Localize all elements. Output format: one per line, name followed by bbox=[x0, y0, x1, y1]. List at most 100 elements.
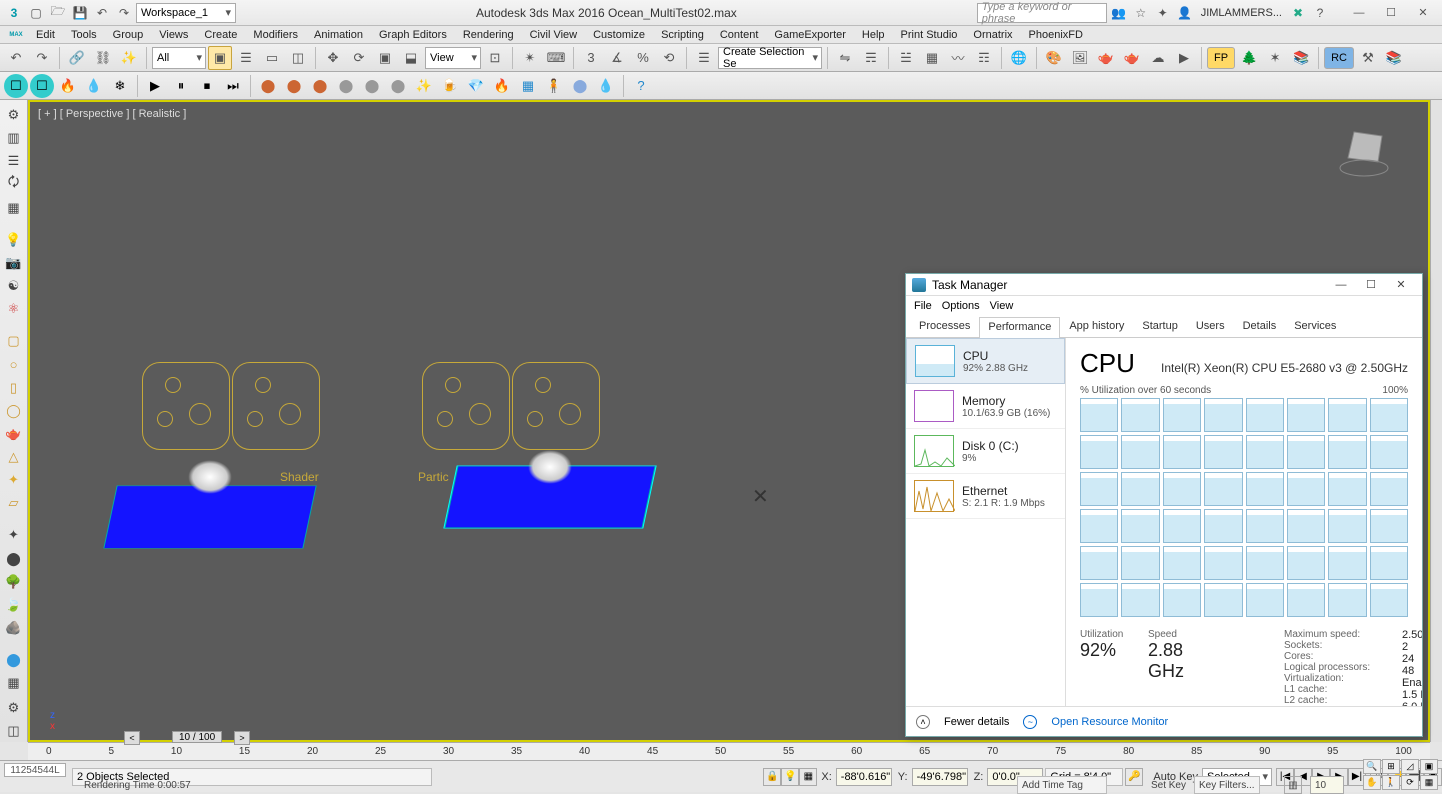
tree-icon[interactable]: 🌲 bbox=[1237, 46, 1261, 70]
viewcube-icon[interactable] bbox=[1334, 122, 1394, 182]
phx-a-icon[interactable]: ⬤ bbox=[256, 74, 280, 98]
zoom-extents-all-button[interactable]: ▣ bbox=[1420, 759, 1438, 774]
undo-icon[interactable]: ↶ bbox=[92, 3, 112, 23]
select-place-button[interactable]: ⬓ bbox=[399, 46, 423, 70]
light-icon[interactable]: 💡 bbox=[2, 229, 26, 250]
menu-group[interactable]: Group bbox=[109, 29, 148, 41]
tm-fewer-details-link[interactable]: Fewer details bbox=[944, 716, 1009, 728]
tab-display-icon[interactable]: ▦ bbox=[2, 197, 26, 218]
vray-icon[interactable]: ✦ bbox=[2, 525, 26, 546]
select-object-button[interactable]: ▣ bbox=[208, 46, 232, 70]
library-icon[interactable]: 📚 bbox=[1289, 46, 1313, 70]
phx-liquid-icon[interactable]: 💧 bbox=[82, 74, 106, 98]
phx-fire-icon[interactable]: 🔥 bbox=[56, 74, 80, 98]
tm-tab-processes[interactable]: Processes bbox=[910, 316, 979, 337]
phx-sim2-icon[interactable]: ☐ bbox=[30, 74, 54, 98]
tm-side-memory[interactable]: Memory10.1/63.9 GB (16%) bbox=[906, 384, 1065, 429]
snap-toggle-button[interactable]: 3 bbox=[579, 46, 603, 70]
signin-icon[interactable]: 👤 bbox=[1175, 3, 1195, 23]
shape-box-icon[interactable]: ▢ bbox=[2, 331, 26, 352]
menu-modifiers[interactable]: Modifiers bbox=[249, 29, 302, 41]
tm-close-button[interactable]: ✕ bbox=[1386, 275, 1416, 295]
schematic-view-button[interactable]: ☶ bbox=[972, 46, 996, 70]
menu-scripting[interactable]: Scripting bbox=[657, 29, 708, 41]
task-manager-window[interactable]: Task Manager — ☐ ✕ File Options View Pro… bbox=[905, 273, 1423, 737]
vray-rock-icon[interactable]: 🪨 bbox=[2, 617, 26, 638]
tm-side-ethernet[interactable]: EthernetS: 2.1 R: 1.9 Mbps bbox=[906, 474, 1065, 519]
shape-teapot-icon[interactable]: 🫖 bbox=[2, 423, 26, 444]
menu-graph-editors[interactable]: Graph Editors bbox=[375, 29, 451, 41]
menu-print-studio[interactable]: Print Studio bbox=[897, 29, 962, 41]
pan-button[interactable]: ✋ bbox=[1363, 775, 1381, 790]
tm-tab-services[interactable]: Services bbox=[1285, 316, 1345, 337]
render-setup-button[interactable]: 🎨 bbox=[1042, 46, 1066, 70]
layer-explorer-button[interactable]: ☱ bbox=[894, 46, 918, 70]
menu-content[interactable]: Content bbox=[716, 29, 763, 41]
menu-help[interactable]: Help bbox=[858, 29, 889, 41]
phx-box-icon[interactable]: ▦ bbox=[516, 74, 540, 98]
reference-coord-dropdown[interactable]: View bbox=[425, 47, 481, 69]
mirror-button[interactable]: ⇋ bbox=[833, 46, 857, 70]
fov-button[interactable]: ◿ bbox=[1401, 759, 1419, 774]
menu-gameexporter[interactable]: GameExporter bbox=[770, 29, 850, 41]
add-time-tag-button[interactable]: Add Time Tag bbox=[1017, 776, 1107, 794]
select-move-button[interactable]: ✥ bbox=[321, 46, 345, 70]
forest-pack-button[interactable]: FP bbox=[1207, 47, 1235, 69]
undo-button[interactable]: ↶ bbox=[4, 46, 28, 70]
select-region-button[interactable]: ▭ bbox=[260, 46, 284, 70]
align-button[interactable]: ☴ bbox=[859, 46, 883, 70]
tab-create-icon[interactable]: ⚙ bbox=[2, 104, 26, 125]
menu-edit[interactable]: Edit bbox=[32, 29, 59, 41]
phx-foam-icon[interactable]: ❄ bbox=[108, 74, 132, 98]
material-editor-button[interactable]: 🌐 bbox=[1007, 46, 1031, 70]
app-menu-icon[interactable]: 3 bbox=[4, 3, 24, 23]
timeline[interactable]: < 10 / 100 > 051015202530354045505560657… bbox=[28, 742, 1430, 760]
camera-icon[interactable]: 📷 bbox=[2, 253, 26, 274]
phx-b-icon[interactable]: ⬤ bbox=[282, 74, 306, 98]
phx-e-icon[interactable]: ⬤ bbox=[360, 74, 384, 98]
menu-civil-view[interactable]: Civil View bbox=[526, 29, 581, 41]
tm-side-disk[interactable]: Disk 0 (C:)9% bbox=[906, 429, 1065, 474]
spacewarp-icon[interactable]: ⚛ bbox=[2, 299, 26, 320]
shape-torus-icon[interactable]: ◯ bbox=[2, 400, 26, 421]
select-manipulate-button[interactable]: ✴ bbox=[518, 46, 542, 70]
workspace-dropdown[interactable]: Workspace_1 bbox=[136, 3, 236, 23]
menu-ornatrix[interactable]: Ornatrix bbox=[969, 29, 1016, 41]
open-icon[interactable]: 🗁 bbox=[48, 3, 68, 23]
railclone-lib-icon[interactable]: 📚 bbox=[1382, 46, 1406, 70]
menu-phoenixfd[interactable]: PhoenixFD bbox=[1025, 29, 1087, 41]
resmon-icon[interactable]: ~ bbox=[1023, 715, 1037, 729]
tm-menu-options[interactable]: Options bbox=[942, 300, 980, 312]
phx-gem-icon[interactable]: 💎 bbox=[464, 74, 488, 98]
tm-open-resmon-link[interactable]: Open Resource Monitor bbox=[1051, 716, 1168, 728]
phx-fire2-icon[interactable]: 🔥 bbox=[490, 74, 514, 98]
render-production-button[interactable]: 🫖 bbox=[1094, 46, 1118, 70]
new-icon[interactable]: ▢ bbox=[26, 3, 46, 23]
vray-sun-icon[interactable]: 🌳 bbox=[2, 571, 26, 592]
help-search-input[interactable]: Type a keyword or phrase bbox=[977, 3, 1107, 23]
prefs-icon[interactable]: ⚙ bbox=[2, 698, 26, 719]
menu-customize[interactable]: Customize bbox=[589, 29, 649, 41]
sphere2-icon[interactable]: ⬤ bbox=[2, 649, 26, 670]
minimize-button[interactable]: — bbox=[1344, 3, 1374, 23]
zoom-all-button[interactable]: ⊞ bbox=[1382, 759, 1400, 774]
tm-maximize-button[interactable]: ☐ bbox=[1356, 275, 1386, 295]
phx-f-icon[interactable]: ⬤ bbox=[386, 74, 410, 98]
star-icon[interactable]: ☆ bbox=[1131, 3, 1151, 23]
save-icon[interactable]: 💾 bbox=[70, 3, 90, 23]
help-icon[interactable]: ? bbox=[1310, 3, 1330, 23]
menu-create[interactable]: Create bbox=[200, 29, 241, 41]
current-frame-field[interactable]: 10 bbox=[1310, 776, 1344, 794]
key-filters-button[interactable]: Key Filters... bbox=[1194, 776, 1260, 794]
tab-modify-icon[interactable]: ▥ bbox=[2, 127, 26, 148]
infocenter-icon[interactable]: 👥 bbox=[1109, 3, 1129, 23]
redo-button[interactable]: ↷ bbox=[30, 46, 54, 70]
max-logo-icon[interactable]: MAX bbox=[2, 26, 30, 44]
window-crossing-button[interactable]: ◫ bbox=[286, 46, 310, 70]
menu-rendering[interactable]: Rendering bbox=[459, 29, 518, 41]
phx-c-icon[interactable]: ⬤ bbox=[308, 74, 332, 98]
unlink-button[interactable]: ⛓ bbox=[91, 46, 115, 70]
tm-tab-startup[interactable]: Startup bbox=[1133, 316, 1186, 337]
redo-icon[interactable]: ↷ bbox=[114, 3, 134, 23]
close-button[interactable]: ✕ bbox=[1408, 3, 1438, 23]
